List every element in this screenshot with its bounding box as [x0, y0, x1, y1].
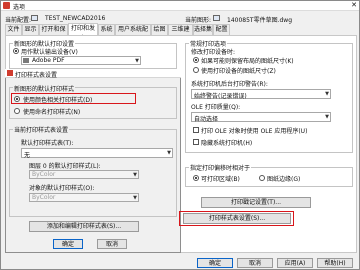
chevron-down-icon: ▼ [133, 172, 137, 178]
object-style-label: 对象的默认打印样式(O): [29, 185, 95, 192]
named-style-radio[interactable] [14, 108, 20, 114]
hide-printer-label: 隐藏系统打印机(H) [201, 140, 253, 147]
chevron-down-icon: ▼ [167, 150, 171, 156]
ole-quality-label: OLE 打印质量(Q): [191, 104, 241, 111]
ole-app-checkbox[interactable] [193, 127, 199, 133]
paper-edge-radio[interactable] [259, 175, 265, 181]
plot-style-table-settings-button[interactable]: 打印样式表设置(S)... [183, 213, 291, 224]
current-drawing-label: 当前图形: [185, 17, 212, 24]
ole-quality-value: 自动选择 [194, 116, 219, 123]
tab-user-prefs[interactable]: 用户系统配置 [115, 24, 151, 43]
tab-profiles[interactable]: 配置 [213, 24, 230, 35]
tab-open-save[interactable]: 打开和保存 [39, 24, 68, 43]
options-window: 选项 ✕ 当前配置: TEST_NEWCAD2016 当前图形: 140085T… [0, 0, 360, 270]
config-icon [31, 15, 43, 22]
chevron-down-icon: ▼ [325, 114, 329, 120]
printable-area-radio[interactable] [193, 175, 199, 181]
plot-style-dialog-title: 打印样式表设置 [15, 72, 58, 79]
apply-button[interactable]: 应用(A) [277, 258, 313, 268]
new-drawing-style-title: 新图形的默认打印样式 [13, 84, 76, 93]
tab-drafting[interactable]: 绘图 [151, 24, 168, 35]
tab-bar: 文件 显示 打开和保存 打印和发布 系统 用户系统配置 绘图 三维建模 选择集 … [5, 23, 357, 43]
tab-plot-publish[interactable]: 打印和发布 [68, 23, 98, 42]
use-as-default-label: 用作默认输出设备(V) [21, 49, 78, 56]
named-style-label: 使用命名打印样式(N) [23, 109, 81, 116]
window-title: 选项 [13, 4, 26, 11]
paper-edge-label: 图纸边缘(G) [267, 176, 301, 183]
ok-button[interactable]: 确定 [197, 258, 233, 268]
current-config-label: 当前配置: [5, 17, 32, 24]
color-dependent-label: 使用颜色相关打印样式(D) [23, 97, 93, 104]
hide-printer-checkbox[interactable] [193, 139, 199, 145]
current-config-value: TEST_NEWCAD2016 [45, 15, 106, 22]
use-device-paper-radio[interactable] [193, 67, 199, 73]
chevron-down-icon: ▼ [135, 58, 139, 64]
keep-paper-size-label: 如果可能则保留布局的图纸尺寸(K) [201, 58, 294, 65]
plot-stamp-settings-button[interactable]: 打印戳记设置(T)... [201, 197, 311, 208]
default-device-value: Adobe PDF [32, 57, 65, 64]
tab-display[interactable]: 显示 [22, 24, 39, 35]
help-button[interactable]: 帮助(H) [317, 258, 353, 268]
system-printer-warning-select[interactable]: 始终警告(记录错误) ▼ [191, 89, 331, 100]
dialog-icon [7, 70, 13, 76]
layer0-style-select[interactable]: ByColor ▼ [29, 170, 139, 179]
close-icon[interactable]: ✕ [349, 1, 359, 10]
plot-offset-title: 指定打印偏移时相对于 [189, 163, 252, 172]
color-dependent-radio[interactable] [14, 96, 20, 102]
title-bar: 选项 ✕ [1, 1, 359, 11]
default-table-select[interactable]: 无 ▼ [21, 148, 173, 159]
system-printer-warning-value: 始终警告(记录错误) [194, 93, 247, 100]
app-icon [3, 2, 10, 9]
default-device-select[interactable]: Adobe PDF ▼ [21, 56, 141, 65]
chevron-down-icon: ▼ [325, 91, 329, 97]
object-style-select[interactable]: ByColor ▼ [29, 193, 139, 202]
ole-quality-select[interactable]: 自动选择 ▼ [191, 112, 331, 123]
keep-paper-size-radio[interactable] [193, 57, 199, 63]
tab-system[interactable]: 系统 [98, 24, 115, 35]
layer0-style-value: ByColor [32, 171, 56, 178]
system-printer-warning-label: 系统打印机后台打印警告(R): [191, 81, 268, 88]
cancel-button[interactable]: 取消 [237, 258, 273, 268]
use-device-paper-label: 使用打印设备的图纸尺寸(Z) [201, 68, 276, 75]
ole-app-label: 打印 OLE 对象时使用 OLE 应用程序(U) [201, 128, 308, 135]
printer-icon [23, 58, 29, 63]
dialog-ok-button[interactable]: 确定 [53, 239, 83, 249]
drawing-icon [213, 15, 225, 22]
object-style-value: ByColor [32, 194, 56, 201]
printable-area-label: 可打印区域(B) [201, 176, 240, 183]
tab-files[interactable]: 文件 [5, 24, 22, 35]
chevron-down-icon: ▼ [133, 195, 137, 201]
default-table-value: 无 [24, 152, 31, 159]
tab-selection[interactable]: 选择集 [193, 24, 213, 35]
device-change-label: 修改打印设备时: [191, 49, 236, 56]
current-drawing-value: 140085T零件草图.dwg [227, 17, 293, 24]
current-table-group-title: 当前打印样式表设置 [13, 125, 70, 134]
use-as-default-radio[interactable] [13, 48, 19, 54]
default-table-label: 默认打印样式表(T): [21, 140, 74, 147]
add-edit-style-tables-button[interactable]: 添加和编辑打印样式表(S)... [29, 221, 139, 232]
tab-3d-modeling[interactable]: 三维建模 [168, 24, 193, 43]
layer0-style-label: 图层 0 的默认打印样式(L): [29, 163, 101, 170]
dialog-cancel-button[interactable]: 取消 [97, 239, 127, 249]
